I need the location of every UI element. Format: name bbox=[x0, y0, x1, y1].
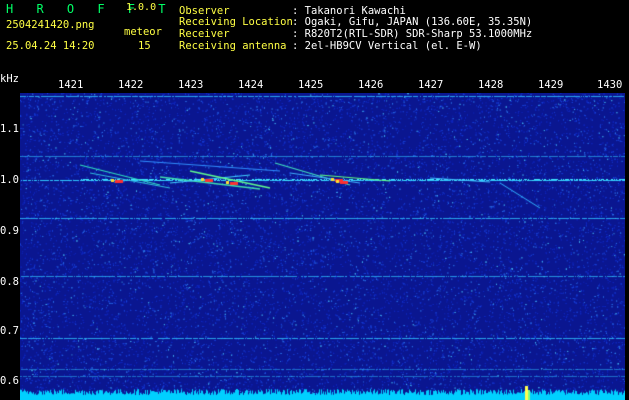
app-version: 1.0.0 bbox=[126, 2, 157, 13]
y-tick-1-0: 1.0 bbox=[0, 174, 19, 186]
x-tick-1425: 1425 bbox=[298, 79, 324, 91]
x-tick-1430: 1430 bbox=[597, 79, 623, 91]
x-tick-1429: 1429 bbox=[538, 79, 564, 91]
x-tick-1424: 1424 bbox=[238, 79, 264, 91]
receiver-label: Receiver bbox=[179, 28, 230, 40]
y-unit-label: kHz bbox=[0, 73, 19, 85]
receiver-value: : R820T2(RTL-SDR) SDR-Sharp 53.1000MHz bbox=[292, 28, 533, 40]
y-tick-1-1: 1.1 bbox=[0, 123, 19, 135]
x-tick-1427: 1427 bbox=[418, 79, 444, 91]
location-value: : Ogaki, Gifu, JAPAN (136.60E, 35.35N) bbox=[292, 16, 533, 28]
x-tick-1423: 1423 bbox=[178, 79, 204, 91]
location-label: Receiving Location bbox=[179, 16, 293, 28]
y-tick-0-6: 0.6 bbox=[0, 375, 19, 387]
antenna-value: : 2el-HB9CV Vertical (el. E-W) bbox=[292, 40, 482, 52]
y-tick-0-7: 0.7 bbox=[0, 325, 19, 337]
datetime: 25.04.24 14:20 bbox=[6, 40, 95, 52]
meteor-count: 15 bbox=[138, 40, 151, 52]
spectrogram-canvas bbox=[20, 93, 625, 400]
y-tick-0-8: 0.8 bbox=[0, 276, 19, 288]
hrofft-window: H R O F F T 1.0.0 2504241420.png 25.04.2… bbox=[0, 0, 629, 400]
antenna-label: Receiving antenna bbox=[179, 40, 287, 52]
x-tick-1421: 1421 bbox=[58, 79, 84, 91]
x-tick-1428: 1428 bbox=[478, 79, 504, 91]
y-tick-0-9: 0.9 bbox=[0, 225, 19, 237]
filename: 2504241420.png bbox=[6, 19, 95, 31]
meteor-label: meteor bbox=[124, 26, 162, 38]
x-tick-1426: 1426 bbox=[358, 79, 384, 91]
observer-value: : Takanori Kawachi bbox=[292, 5, 406, 17]
observer-label: Observer bbox=[179, 5, 230, 17]
x-tick-1422: 1422 bbox=[118, 79, 144, 91]
